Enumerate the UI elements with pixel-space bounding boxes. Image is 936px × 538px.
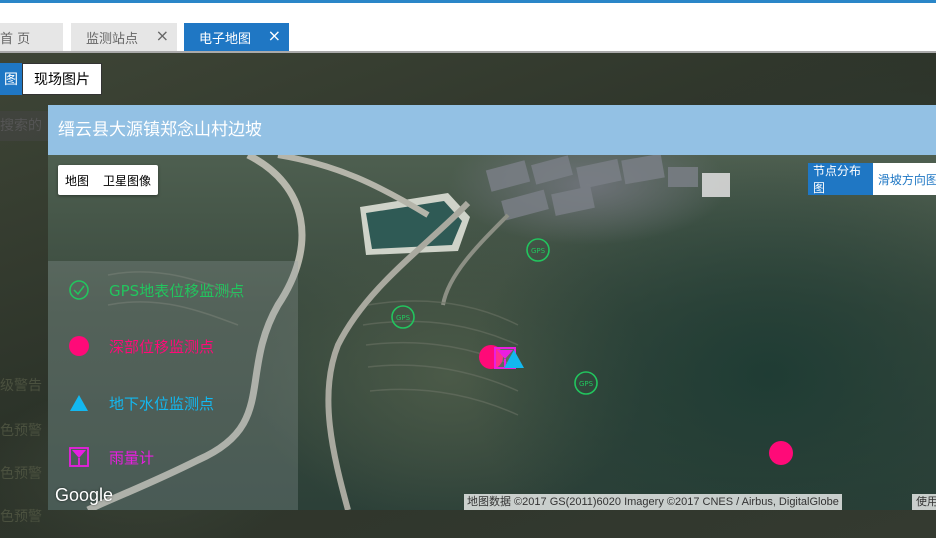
close-icon[interactable]: × xyxy=(156,28,169,44)
map-attribution: 地图数据 ©2017 GS(2011)6020 Imagery ©2017 CN… xyxy=(464,494,842,510)
view-tabs: 节点分布图 滑坡方向图 xyxy=(808,163,936,195)
gps-marker-label: GPS xyxy=(531,247,546,255)
gps-marker[interactable]: GPS xyxy=(525,237,551,267)
tab-home[interactable]: 首 页 xyxy=(0,23,63,51)
gps-circle-icon xyxy=(66,277,92,303)
subtab-site-photos[interactable]: 现场图片 xyxy=(22,63,102,95)
tab-electronic-map-label: 电子地图 xyxy=(199,31,252,47)
tab-electronic-map[interactable]: 电子地图 × xyxy=(184,23,289,51)
warning-row: 色预警 xyxy=(0,423,42,439)
tab-monitoring-sites[interactable]: 监测站点 × xyxy=(71,23,177,51)
map-type-map-button[interactable]: 地图 xyxy=(58,172,96,189)
tab-monitoring-sites-label: 监测站点 xyxy=(86,31,139,47)
warning-row: 色预警 xyxy=(0,466,42,482)
map-type-toggle: 地图 卫星图像 xyxy=(58,165,159,195)
legend-label-groundwater: 地下水位监测点 xyxy=(109,394,215,413)
subtab-site-photos-label: 现场图片 xyxy=(34,72,90,88)
subtab-map[interactable]: 图 xyxy=(0,63,22,95)
warning-level-label: 级警告 xyxy=(0,378,42,394)
legend-label-rain-gauge: 雨量计 xyxy=(109,448,155,467)
legend-item-gps: GPS地表位移监测点 xyxy=(66,276,244,304)
blue-triangle-icon xyxy=(66,390,92,416)
node-distribution-tab-label: 节点分布图 xyxy=(813,164,862,195)
gps-marker[interactable]: GPS xyxy=(390,304,416,334)
dialog-title: 缙云县大源镇郑念山村边坡 xyxy=(48,105,936,155)
slide-direction-tab-label: 滑坡方向图 xyxy=(877,172,936,187)
gps-marker-label: GPS xyxy=(396,314,411,322)
subtab-map-label: 图 xyxy=(4,72,18,88)
slide-direction-tab[interactable]: 滑坡方向图 xyxy=(872,163,936,195)
magenta-dot-icon xyxy=(66,333,92,359)
legend-item-groundwater: 地下水位监测点 xyxy=(66,389,214,417)
site-map-dialog: 缙云县大源镇郑念山村边坡 地图 卫星图像 节点分布图 滑坡方向图 GPS地表位移… xyxy=(48,105,936,510)
warning-row: 色预警 xyxy=(0,509,42,525)
tab-bar: 首 页 监测站点 × 电子地图 × xyxy=(0,3,936,51)
gps-marker[interactable]: GPS xyxy=(573,370,599,400)
close-icon[interactable]: × xyxy=(268,28,281,44)
dialog-satellite-map[interactable]: 地图 卫星图像 节点分布图 滑坡方向图 GPS地表位移监测点 深部位移监测点 地… xyxy=(48,155,936,510)
search-placeholder: 搜索的 xyxy=(0,118,42,134)
google-logo: Google xyxy=(55,485,114,505)
legend-label-deep-displacement: 深部位移监测点 xyxy=(109,337,215,356)
terms-of-use-link[interactable]: 使用 xyxy=(912,494,936,510)
map-legend: GPS地表位移监测点 深部位移监测点 地下水位监测点 雨量计 xyxy=(48,261,298,510)
legend-label-gps: GPS地表位移监测点 xyxy=(109,281,245,300)
groundwater-marker[interactable] xyxy=(502,348,526,374)
node-distribution-tab[interactable]: 节点分布图 xyxy=(808,163,873,195)
legend-item-rain-gauge: 雨量计 xyxy=(66,443,154,471)
tab-home-label: 首 页 xyxy=(0,31,31,47)
legend-item-deep-displacement: 深部位移监测点 xyxy=(66,332,214,360)
deep-displacement-marker[interactable] xyxy=(768,440,794,470)
search-input[interactable]: 搜索的 xyxy=(0,111,48,141)
rain-gauge-icon xyxy=(66,444,92,470)
map-type-satellite-button[interactable]: 卫星图像 xyxy=(96,172,158,189)
gps-marker-label: GPS xyxy=(579,380,594,388)
